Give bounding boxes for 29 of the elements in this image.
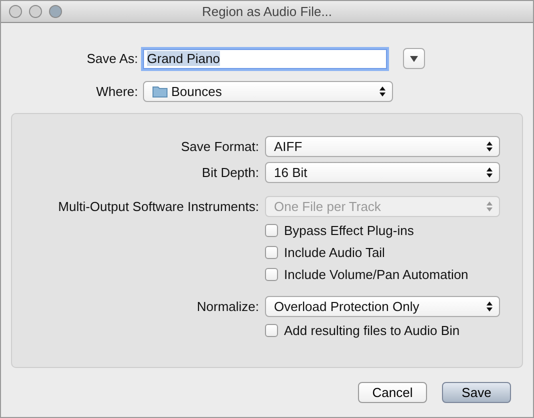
dialog-button[interactable]: Cancel xyxy=(358,382,427,403)
close-button[interactable] xyxy=(9,5,22,18)
folder-icon xyxy=(152,85,168,98)
field-label: Multi-Output Software Instruments: xyxy=(57,198,259,216)
field-label: Normalize: xyxy=(196,298,259,316)
name-field[interactable]: Grand Piano xyxy=(143,48,387,68)
checkbox-option[interactable]: Include Volume/Pan Automation xyxy=(265,266,500,283)
checkbox-option[interactable]: Bypass Effect Plug-ins xyxy=(265,222,500,239)
checkbox-option[interactable]: Add resulting files to Audio Bin xyxy=(265,322,500,339)
field-label: Where: xyxy=(95,82,138,101)
expand-button[interactable] xyxy=(403,48,425,69)
stepper-icon xyxy=(379,86,386,97)
stepper-icon xyxy=(486,201,493,212)
field-label: Save Format: xyxy=(180,138,259,156)
location-popup[interactable]: Bounces xyxy=(143,81,393,102)
window-title: Region as Audio File... xyxy=(202,2,332,21)
option-popup[interactable]: AIFF xyxy=(265,136,500,157)
minimize-button[interactable] xyxy=(29,5,42,18)
checkbox-option[interactable]: Include Audio Tail xyxy=(265,244,500,261)
triangle-icon xyxy=(410,56,418,62)
field-label: Save As: xyxy=(86,50,138,68)
field-label: Bit Depth: xyxy=(200,164,259,182)
option-popup[interactable]: 16 Bit xyxy=(265,162,500,183)
stepper-icon xyxy=(486,141,493,152)
option-popup[interactable]: Overload Protection Only xyxy=(265,296,500,317)
dialog-button[interactable]: Save xyxy=(442,382,511,403)
stepper-icon xyxy=(486,301,493,312)
stepper-icon xyxy=(486,167,493,178)
zoom-button[interactable] xyxy=(49,5,62,18)
